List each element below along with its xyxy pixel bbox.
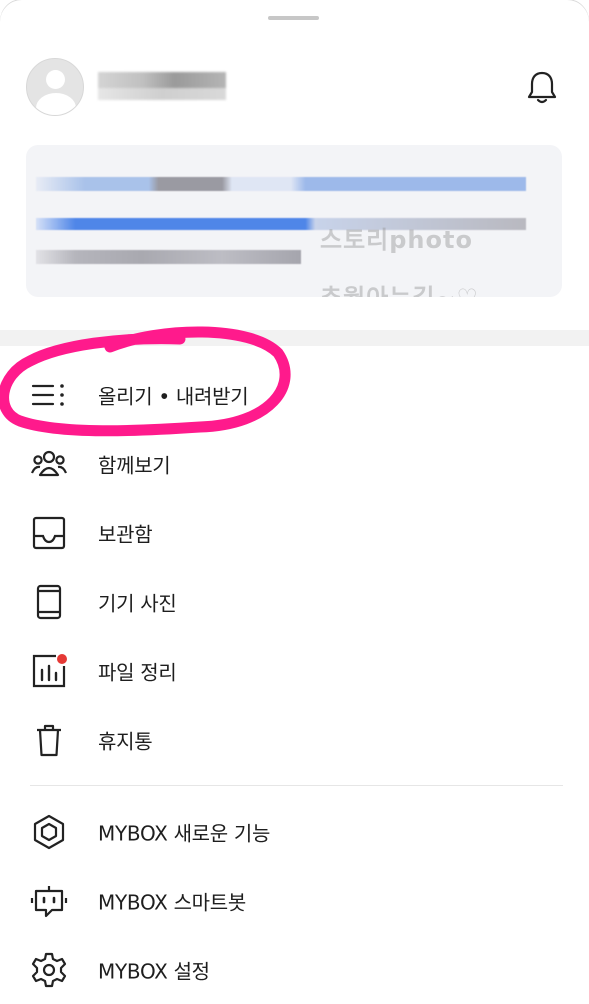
menu-item-shared[interactable]: 함께보기 <box>0 429 589 498</box>
notification-badge <box>57 653 67 664</box>
chart-clean-icon <box>32 653 67 687</box>
gear-icon <box>31 952 67 987</box>
bell-icon[interactable] <box>526 70 558 106</box>
robot-icon <box>30 885 68 917</box>
avatar[interactable] <box>26 58 84 116</box>
menu-divider <box>30 785 563 786</box>
watermark-line1: 스토리photo <box>320 226 473 254</box>
phone-device-icon <box>36 584 62 619</box>
trash-icon <box>37 724 61 756</box>
inbox-tray-icon <box>32 516 66 549</box>
menu-item-label: MYBOX 스마트봇 <box>98 890 246 914</box>
menu-item-label: 파일 정리 <box>98 660 177 684</box>
watermark-line2: 추월아는길~♡ <box>320 278 479 297</box>
sheet-grabber[interactable] <box>268 16 319 20</box>
menu-item-device-photos[interactable]: 기기 사진 <box>0 567 589 636</box>
menu-item-label: 보관함 <box>98 522 153 546</box>
menu-item-archive[interactable]: 보관함 <box>0 498 589 567</box>
menu-item-settings[interactable]: MYBOX 설정 <box>0 935 589 1004</box>
storage-card-redacted[interactable]: 스토리photo 추월아는길~♡ <box>26 145 562 297</box>
menu-item-upload-download[interactable]: 올리기 • 내려받기 <box>0 360 589 429</box>
menu-item-label: 올리기 • 내려받기 <box>98 384 249 408</box>
section-divider <box>0 330 589 346</box>
menu-item-trash[interactable]: 휴지통 <box>0 705 589 774</box>
menu-item-file-cleanup[interactable]: 파일 정리 <box>0 636 589 705</box>
menu-item-label: 기기 사진 <box>98 591 177 615</box>
bottom-sheet: 스토리photo 추월아는길~♡ 올리기 • 내려받기 함께보기 보관함 <box>0 0 589 1003</box>
menu-item-label: 휴지통 <box>98 729 153 753</box>
people-icon <box>30 450 68 476</box>
menu-item-label: MYBOX 설정 <box>98 959 210 983</box>
list-menu-icon <box>31 383 64 406</box>
profile-header <box>26 58 562 118</box>
cube-icon <box>33 814 65 849</box>
menu-item-new-features[interactable]: MYBOX 새로운 기능 <box>0 797 589 866</box>
user-name-redacted <box>98 72 226 100</box>
menu-item-smartbot[interactable]: MYBOX 스마트봇 <box>0 866 589 935</box>
menu-item-label: 함께보기 <box>98 453 171 477</box>
menu-item-label: MYBOX 새로운 기능 <box>98 821 271 845</box>
